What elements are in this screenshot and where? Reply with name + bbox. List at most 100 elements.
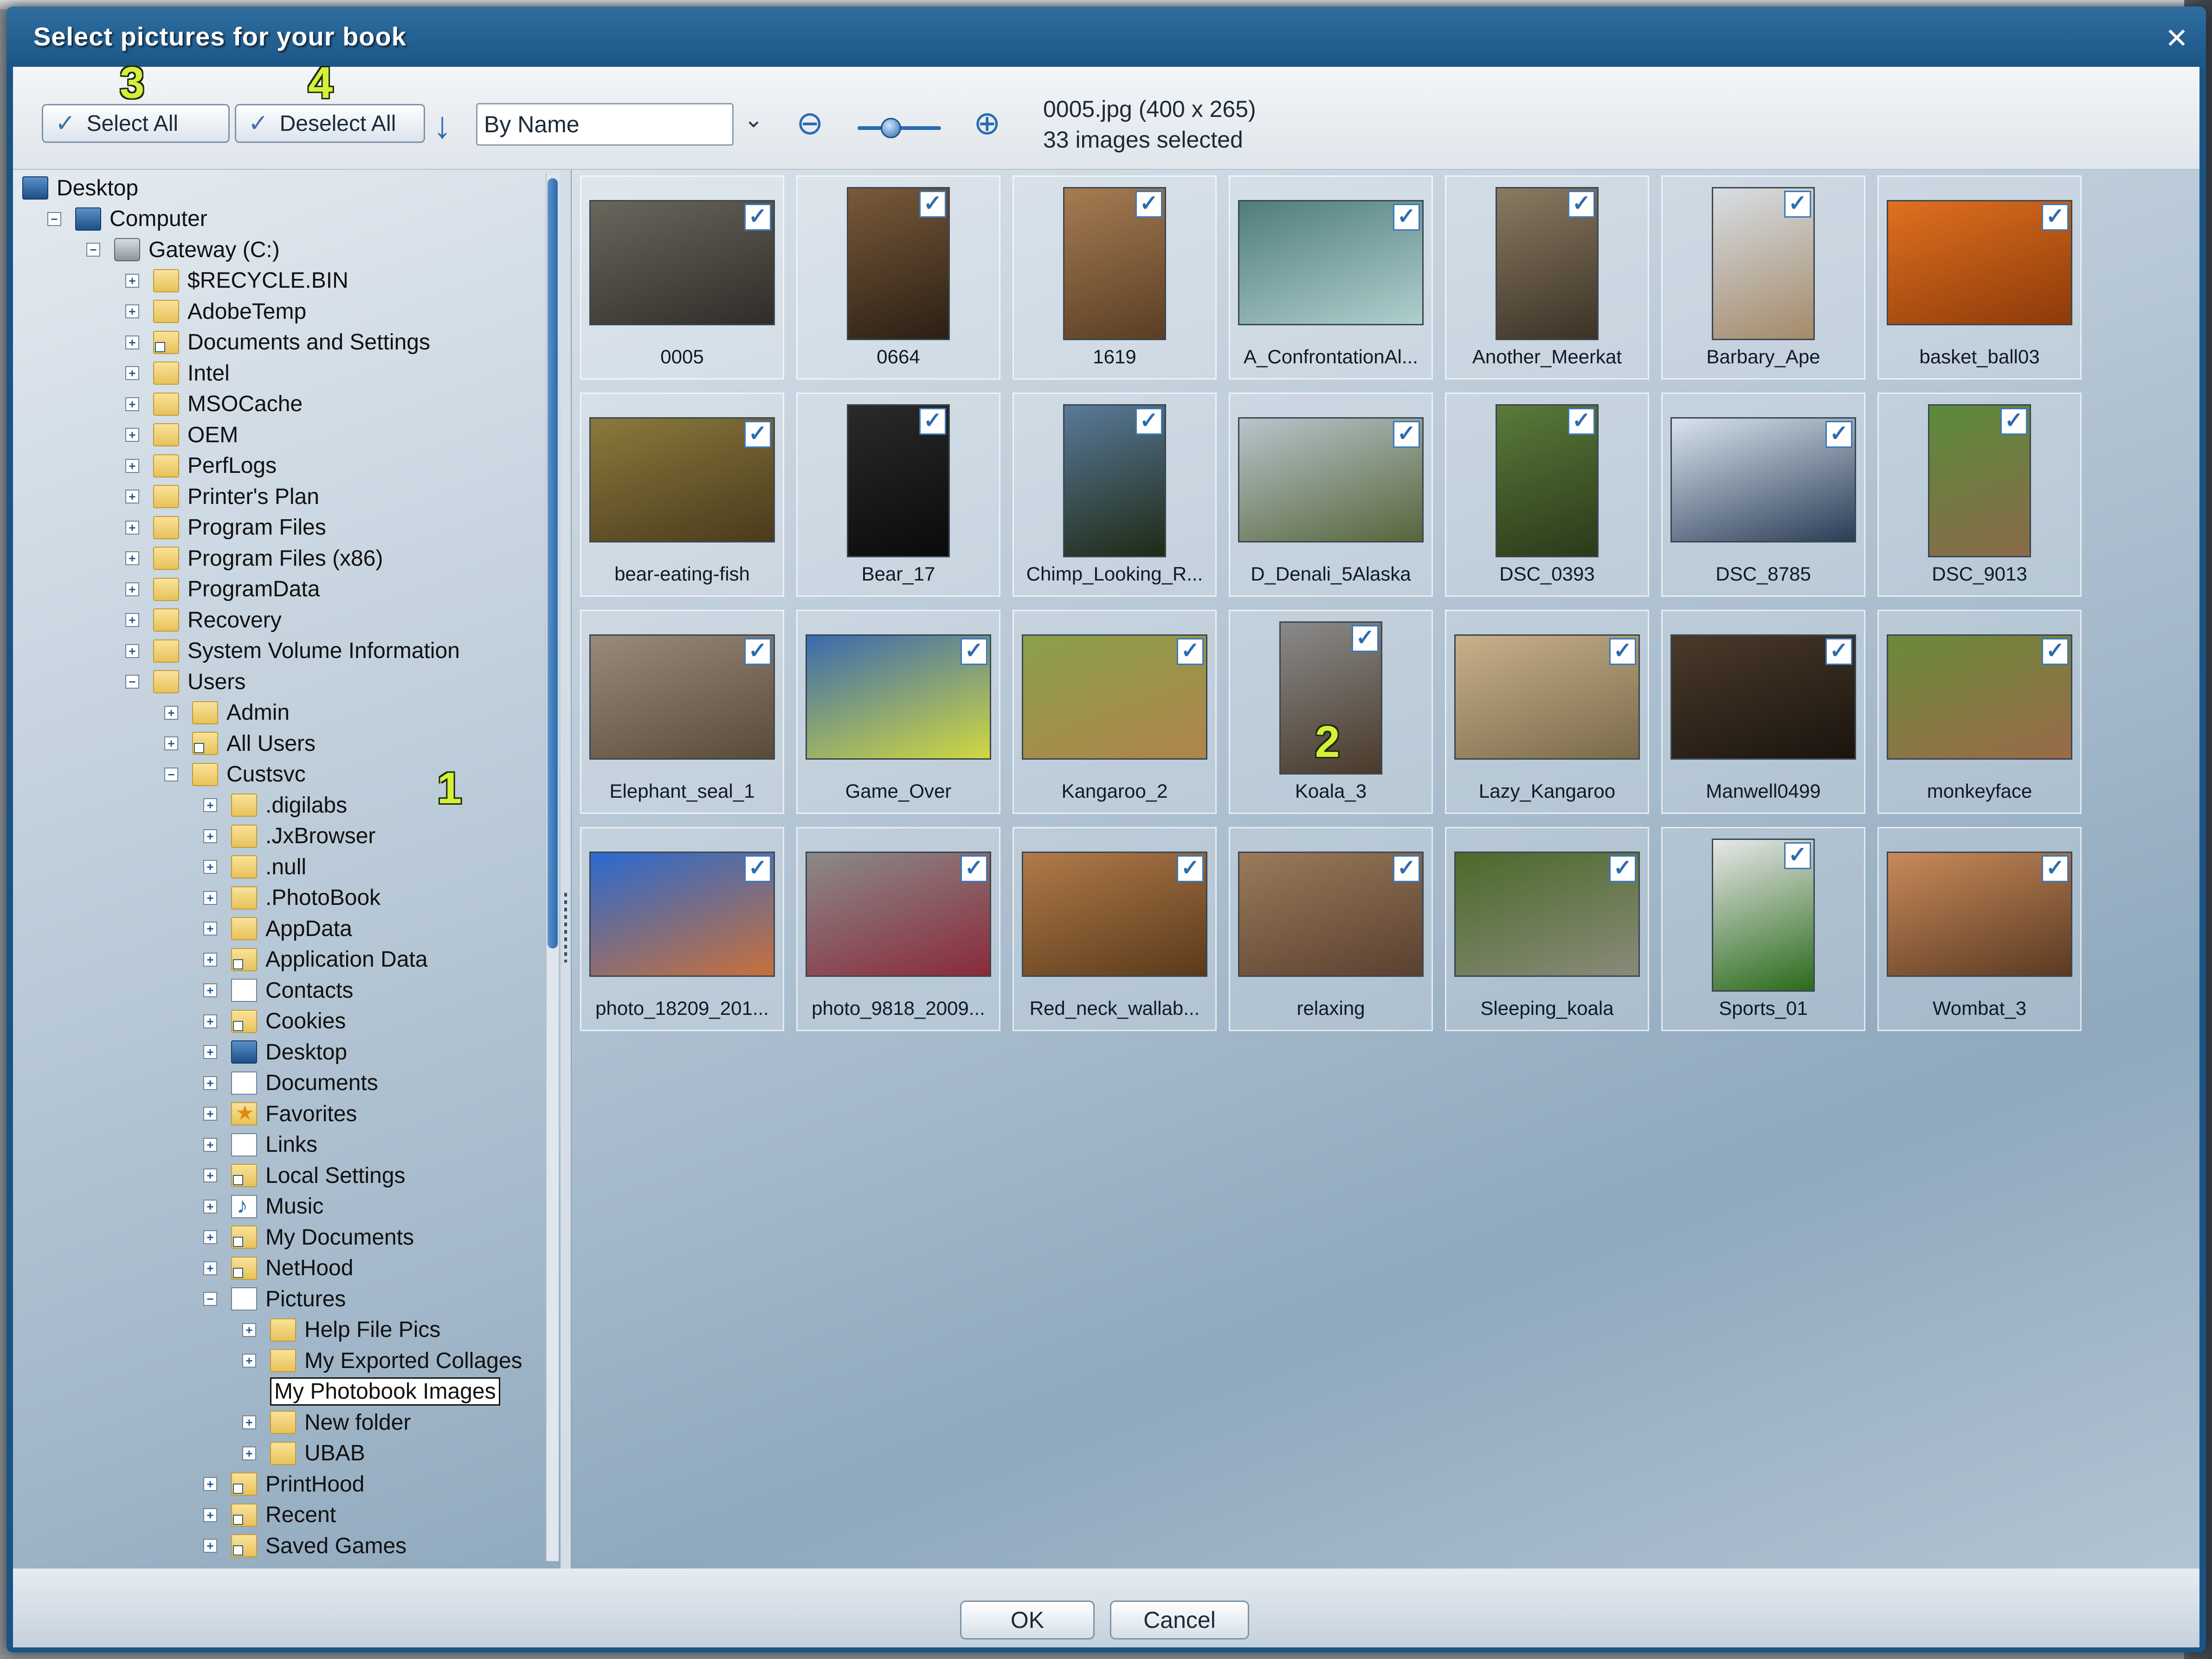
select-checkbox[interactable]: ✓ bbox=[1784, 842, 1811, 869]
tree-node[interactable]: − Pictures bbox=[203, 1285, 346, 1313]
splitter-grip[interactable] bbox=[564, 893, 567, 962]
select-checkbox[interactable]: ✓ bbox=[961, 855, 987, 882]
tree-node[interactable]: − Custsvc bbox=[164, 760, 306, 789]
expand-icon[interactable]: + bbox=[125, 551, 139, 565]
expand-icon[interactable]: + bbox=[203, 1014, 217, 1028]
collapse-icon[interactable]: − bbox=[86, 243, 100, 257]
ok-button[interactable]: OK bbox=[960, 1601, 1095, 1640]
expand-icon[interactable]: + bbox=[203, 952, 217, 967]
zoom-out-icon[interactable]: ⊖ bbox=[796, 104, 824, 142]
expand-icon[interactable]: + bbox=[203, 1168, 217, 1182]
tree-node[interactable]: + Music bbox=[203, 1192, 323, 1221]
expand-icon[interactable]: + bbox=[203, 1539, 217, 1553]
tree-node[interactable]: + Links bbox=[203, 1130, 317, 1159]
tree-node[interactable]: + UBAB bbox=[242, 1439, 365, 1468]
select-checkbox[interactable]: ✓ bbox=[1609, 855, 1636, 882]
thumbnail-item[interactable]: ✓ Another_Meerkat bbox=[1445, 175, 1649, 380]
thumbnail-item[interactable]: ✓ Elephant_seal_1 bbox=[580, 610, 784, 814]
zoom-in-icon[interactable]: ⊕ bbox=[974, 104, 1001, 142]
expand-icon[interactable]: + bbox=[125, 582, 139, 596]
tree-node[interactable]: + Program Files (x86) bbox=[125, 544, 383, 573]
thumbnail-item[interactable]: ✓ 0005 bbox=[580, 175, 784, 380]
tree-node[interactable]: + .JxBrowser bbox=[203, 822, 375, 851]
expand-icon[interactable]: + bbox=[203, 1508, 217, 1522]
zoom-slider-handle[interactable] bbox=[881, 118, 901, 138]
thumbnail-item[interactable]: ✓ Game_Over bbox=[796, 610, 1000, 814]
chevron-down-icon[interactable]: ⌄ bbox=[744, 106, 763, 133]
tree-node[interactable]: + PrintHood bbox=[203, 1470, 364, 1498]
thumbnail-item[interactable]: ✓ DSC_9013 bbox=[1877, 393, 2082, 597]
select-checkbox[interactable]: ✓ bbox=[961, 638, 987, 665]
thumbnail-item[interactable]: ✓ Sleeping_koala bbox=[1445, 827, 1649, 1031]
tree-node[interactable]: + MSOCache bbox=[125, 390, 303, 419]
select-checkbox[interactable]: ✓ bbox=[744, 638, 771, 665]
deselect-all-button[interactable]: ✓ Deselect All bbox=[235, 104, 425, 143]
tree-scrollbar[interactable] bbox=[546, 174, 559, 1561]
select-checkbox[interactable]: ✓ bbox=[2042, 204, 2069, 231]
select-checkbox[interactable]: ✓ bbox=[2042, 855, 2069, 882]
select-checkbox[interactable]: ✓ bbox=[1352, 625, 1379, 652]
tree-node[interactable]: + Local Settings bbox=[203, 1161, 406, 1190]
expand-icon[interactable]: + bbox=[203, 1199, 217, 1214]
thumbnail-item[interactable]: ✓ Chimp_Looking_R... bbox=[1012, 393, 1217, 597]
expand-icon[interactable]: + bbox=[203, 798, 217, 812]
collapse-icon[interactable]: − bbox=[203, 1292, 217, 1306]
tree-node[interactable]: + $RECYCLE.BIN bbox=[125, 266, 348, 295]
expand-icon[interactable]: + bbox=[125, 397, 139, 411]
tree-node[interactable]: + Saved Games bbox=[203, 1531, 406, 1560]
expand-icon[interactable]: + bbox=[125, 428, 139, 442]
thumbnail-item[interactable]: ✓ Red_neck_wallab... bbox=[1012, 827, 1217, 1031]
tree-node[interactable]: + My Exported Collages bbox=[242, 1346, 522, 1375]
select-checkbox[interactable]: ✓ bbox=[1135, 191, 1162, 218]
thumbnail-item[interactable]: ✓ Sports_01 bbox=[1661, 827, 1865, 1031]
select-checkbox[interactable]: ✓ bbox=[1568, 191, 1595, 218]
select-checkbox[interactable]: ✓ bbox=[2000, 408, 2027, 435]
expand-icon[interactable]: + bbox=[125, 366, 139, 380]
expand-icon[interactable]: + bbox=[203, 1107, 217, 1121]
expand-icon[interactable]: + bbox=[125, 273, 139, 288]
thumbnail-item[interactable]: ✓ Barbary_Ape bbox=[1661, 175, 1865, 380]
select-all-button[interactable]: ✓ Select All bbox=[42, 104, 230, 143]
tree-node[interactable]: + Program Files bbox=[125, 513, 326, 542]
expand-icon[interactable]: + bbox=[242, 1446, 256, 1460]
select-checkbox[interactable]: ✓ bbox=[1135, 408, 1162, 435]
tree-node[interactable]: + .digilabs bbox=[203, 791, 347, 820]
sort-by-select[interactable]: By Name bbox=[476, 103, 734, 146]
expand-icon[interactable]: + bbox=[203, 1045, 217, 1059]
expand-icon[interactable]: + bbox=[203, 1261, 217, 1275]
tree-node[interactable]: + AppData bbox=[203, 914, 352, 943]
tree-scrollbar-thumb[interactable] bbox=[548, 178, 558, 949]
title-bar[interactable]: Select pictures for your book ✕ bbox=[6, 6, 2206, 67]
tree-node[interactable]: + Recovery bbox=[125, 606, 282, 634]
tree-node[interactable]: + All Users bbox=[164, 729, 316, 758]
thumbnail-item[interactable]: ✓ relaxing bbox=[1229, 827, 1433, 1031]
thumbnail-item[interactable]: ✓ bear-eating-fish bbox=[580, 393, 784, 597]
tree-node[interactable]: + Help File Pics bbox=[242, 1316, 440, 1344]
select-checkbox[interactable]: ✓ bbox=[744, 204, 771, 231]
collapse-icon[interactable]: − bbox=[125, 675, 139, 689]
thumbnail-item[interactable]: ✓ 1619 bbox=[1012, 175, 1217, 380]
tree-node[interactable]: + Favorites bbox=[203, 1099, 357, 1128]
select-checkbox[interactable]: ✓ bbox=[919, 191, 946, 218]
expand-icon[interactable]: + bbox=[203, 1230, 217, 1244]
tree-node[interactable]: + Admin bbox=[164, 698, 290, 727]
tree-node[interactable]: My Photobook Images bbox=[242, 1377, 500, 1406]
tree-node[interactable]: + Cookies bbox=[203, 1007, 346, 1036]
tree-node[interactable]: + System Volume Information bbox=[125, 637, 460, 665]
expand-icon[interactable]: + bbox=[242, 1415, 256, 1429]
expand-icon[interactable]: + bbox=[203, 1076, 217, 1090]
expand-icon[interactable]: + bbox=[203, 983, 217, 997]
cancel-button[interactable]: Cancel bbox=[1110, 1601, 1249, 1640]
thumbnail-item[interactable]: ✓ D_Denali_5Alaska bbox=[1229, 393, 1433, 597]
expand-icon[interactable]: + bbox=[203, 1477, 217, 1491]
tree-node[interactable]: − Gateway (C:) bbox=[86, 235, 280, 264]
tree-node[interactable]: + Documents bbox=[203, 1069, 378, 1097]
tree-node[interactable]: + .null bbox=[203, 852, 306, 881]
select-checkbox[interactable]: ✓ bbox=[1825, 421, 1852, 448]
select-checkbox[interactable]: ✓ bbox=[744, 421, 771, 448]
select-checkbox[interactable]: ✓ bbox=[1825, 638, 1852, 665]
expand-icon[interactable]: + bbox=[125, 613, 139, 627]
expand-icon[interactable]: + bbox=[242, 1323, 256, 1337]
expand-icon[interactable]: + bbox=[125, 644, 139, 658]
expand-icon[interactable]: + bbox=[164, 736, 178, 750]
